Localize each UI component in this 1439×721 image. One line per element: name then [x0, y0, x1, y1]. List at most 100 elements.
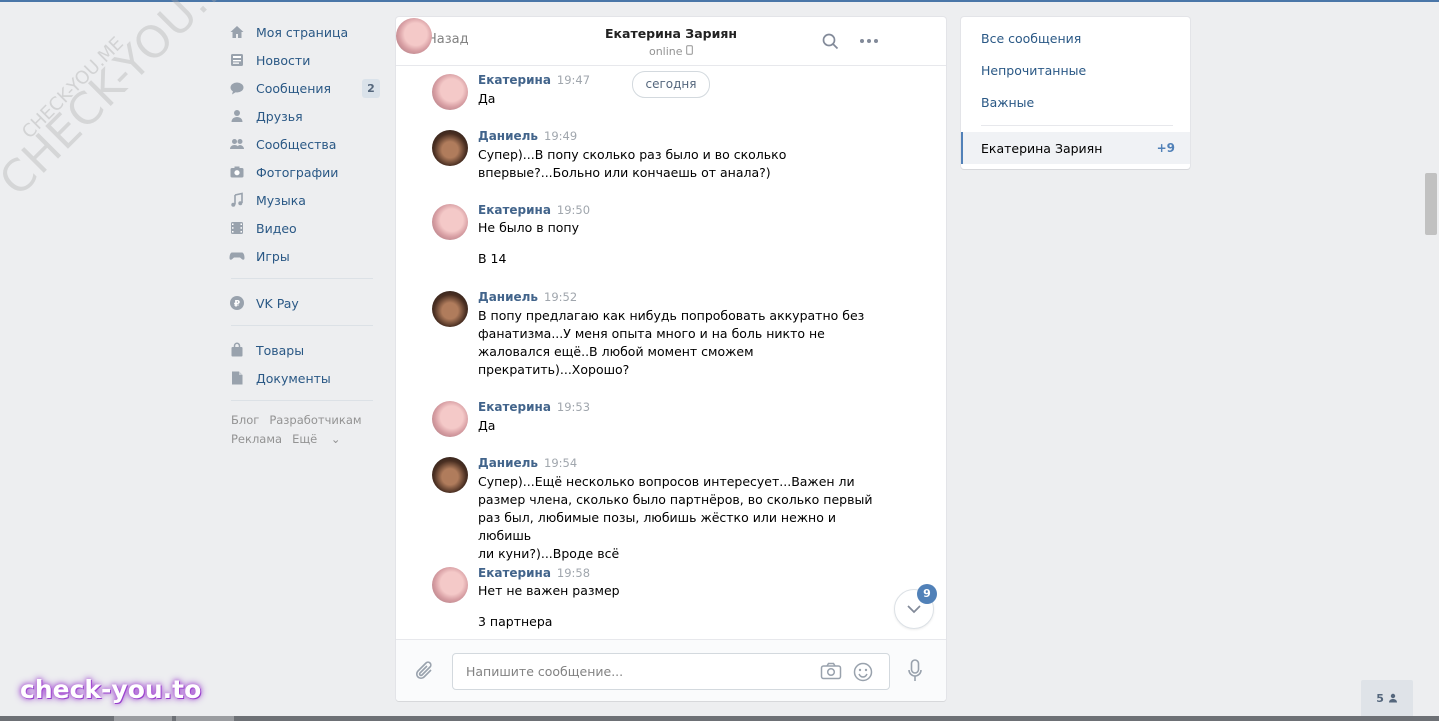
- nav-item-goods[interactable]: Товары: [229, 336, 381, 364]
- message: Екатерина 19:50 Не было в попу В 14: [432, 203, 892, 267]
- footer-link-more[interactable]: Ещё ⌄: [292, 432, 350, 446]
- footer-link-blog[interactable]: Блог: [231, 413, 259, 427]
- chat-header: Назад Екатерина Зариян online: [396, 17, 946, 66]
- message-time: 19:49: [544, 129, 578, 143]
- message: Даниель 19:49 Супер)...В попу сколько раз…: [432, 129, 892, 182]
- bag-icon: [229, 342, 245, 358]
- chevron-down-icon: ⌄: [330, 432, 341, 446]
- active-conversation[interactable]: Екатерина Зариян +9: [961, 132, 1190, 164]
- friends-online-count: 5: [1376, 691, 1384, 705]
- message-text: Да: [478, 91, 496, 106]
- nav-item-label: Музыка: [256, 192, 306, 208]
- avatar[interactable]: [432, 457, 468, 493]
- nav-item-label: Моя страница: [256, 24, 349, 40]
- nav-item-label: VK Pay: [256, 295, 299, 311]
- conversation-unread-count: +9: [1156, 141, 1175, 155]
- camera-icon: [229, 164, 245, 180]
- user-icon: [1388, 693, 1397, 703]
- message-text: Не было в попу В 14: [478, 220, 579, 266]
- message-author[interactable]: Екатерина: [478, 566, 551, 580]
- mobile-icon: [686, 45, 693, 55]
- avatar[interactable]: [432, 74, 468, 110]
- message-author[interactable]: Даниель: [478, 129, 538, 143]
- emoji-icon[interactable]: [853, 662, 873, 682]
- taskbar-item[interactable]: [176, 716, 234, 721]
- avatar[interactable]: [432, 401, 468, 437]
- back-label: Назад: [427, 31, 469, 47]
- music-icon: [229, 192, 245, 208]
- message-author[interactable]: Екатерина: [478, 400, 551, 414]
- message-author[interactable]: Даниель: [478, 456, 538, 470]
- message-author[interactable]: Екатерина: [478, 73, 551, 87]
- camera-icon[interactable]: [820, 662, 842, 680]
- message-text: Супер)...Ещё несколько вопросов интересу…: [478, 474, 873, 561]
- nav-item-documents[interactable]: Документы: [229, 364, 381, 392]
- peer-info[interactable]: Екатерина Зариян online: [546, 26, 796, 58]
- friends-icon: [229, 108, 245, 124]
- message-time: 19:50: [556, 203, 591, 217]
- nav-item-label: Видео: [256, 220, 297, 236]
- nav-item-label: Друзья: [256, 108, 303, 124]
- message-time: 19:52: [544, 290, 578, 304]
- nav-item-video[interactable]: Видео: [229, 214, 381, 242]
- nav-item-news[interactable]: Новости: [229, 46, 381, 74]
- nav-item-my-page[interactable]: Моя страница: [229, 18, 381, 46]
- nav-item-vkpay[interactable]: ₽ VK Pay: [229, 289, 381, 317]
- nav-item-communities[interactable]: Сообщества: [229, 130, 381, 158]
- message-time: 19:58: [556, 566, 591, 580]
- dialogs-filter-panel: Все сообщения Непрочитанные Важные Екате…: [961, 17, 1190, 169]
- left-sidebar: Моя страница Новости Сообщения 2 Друзья …: [229, 18, 381, 449]
- nav-item-label: Товары: [256, 342, 305, 358]
- nav-divider: [231, 278, 373, 279]
- document-icon: [229, 370, 245, 386]
- footer-link-ads[interactable]: Реклама: [231, 432, 282, 446]
- games-icon: [229, 248, 245, 264]
- footer-more-label: Ещё: [292, 432, 318, 446]
- home-icon: [229, 24, 245, 40]
- messages-count-badge: 2: [362, 79, 380, 98]
- filter-unread[interactable]: Непрочитанные: [981, 63, 1086, 78]
- chevron-down-icon: [907, 604, 921, 613]
- message-time: 19:54: [544, 456, 578, 470]
- panel-divider: [981, 125, 1173, 126]
- nav-item-music[interactable]: Музыка: [229, 186, 381, 214]
- nav-item-photos[interactable]: Фотографии: [229, 158, 381, 186]
- avatar[interactable]: [432, 204, 468, 240]
- nav-item-label: Новости: [256, 52, 311, 68]
- nav-item-label: Документы: [256, 370, 331, 386]
- message-author[interactable]: Екатерина: [478, 203, 551, 217]
- avatar[interactable]: [432, 567, 468, 603]
- message: Екатерина 19:58 Нет не важен размер 3 пар…: [432, 566, 892, 630]
- avatar[interactable]: [432, 291, 468, 327]
- filter-all-messages[interactable]: Все сообщения: [981, 31, 1081, 46]
- nav-item-messages[interactable]: Сообщения 2: [229, 74, 381, 102]
- friends-online-button[interactable]: 5: [1361, 680, 1413, 716]
- more-icon[interactable]: [859, 33, 879, 49]
- conversation-name: Екатерина Зариян: [981, 141, 1103, 156]
- avatar[interactable]: [432, 130, 468, 166]
- taskbar-item[interactable]: [114, 716, 172, 721]
- nav-item-friends[interactable]: Друзья: [229, 102, 381, 130]
- message-author[interactable]: Даниель: [478, 290, 538, 304]
- nav-item-label: Сообщения: [256, 80, 332, 96]
- nav-item-games[interactable]: Игры: [229, 242, 381, 270]
- svg-text:₽: ₽: [234, 300, 240, 310]
- news-icon: [229, 52, 245, 68]
- nav-divider: [231, 325, 373, 326]
- nav-divider: [231, 400, 373, 401]
- filter-important[interactable]: Важные: [981, 95, 1034, 110]
- nav-item-label: Игры: [256, 248, 290, 264]
- microphone-icon[interactable]: [908, 659, 922, 683]
- message-input-placeholder: Напишите сообщение...: [466, 664, 624, 679]
- page-scrollbar[interactable]: [1425, 173, 1437, 235]
- message-time: 19:47: [556, 73, 591, 87]
- taskbar-strip: [0, 716, 1439, 721]
- footer-links: Блог Разработчикам Реклама Ещё ⌄: [229, 411, 381, 449]
- paperclip-icon[interactable]: [415, 660, 435, 682]
- footer-link-developers[interactable]: Разработчикам: [269, 413, 361, 427]
- message-input[interactable]: Напишите сообщение...: [452, 653, 890, 690]
- message: Даниель 19:52 В попу предлагаю как нибудь…: [432, 290, 892, 379]
- message-list[interactable]: сегодня Екатерина 19:47 Да Даниель 19:49 С…: [396, 66, 946, 639]
- peer-avatar[interactable]: [396, 18, 432, 54]
- search-icon[interactable]: [822, 33, 839, 50]
